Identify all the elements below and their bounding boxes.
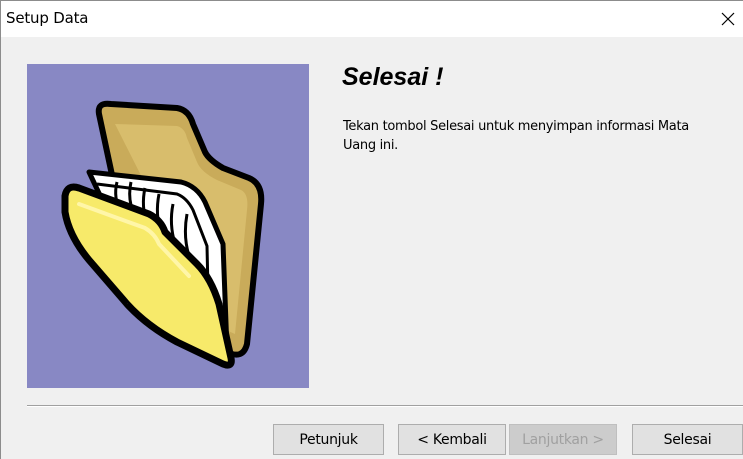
setup-wizard-window: Setup Data Selesai ! Tekan tombol Selesa… xyxy=(0,0,743,459)
title-bar: Setup Data xyxy=(1,1,743,37)
finish-button[interactable]: Selesai xyxy=(632,424,743,455)
page-heading: Selesai ! xyxy=(342,63,444,91)
next-button[interactable]: Lanjutkan > xyxy=(509,424,617,455)
window-title: Setup Data xyxy=(6,9,89,27)
back-button[interactable]: < Kembali xyxy=(398,424,506,455)
close-icon xyxy=(721,12,735,26)
close-button[interactable] xyxy=(703,1,743,37)
folder-icon xyxy=(61,100,265,369)
wizard-art-panel xyxy=(27,64,309,388)
help-button[interactable]: Petunjuk xyxy=(273,424,384,455)
description-text: Tekan tombol Selesai untuk menyimpan inf… xyxy=(343,119,689,153)
button-separator xyxy=(27,405,743,407)
